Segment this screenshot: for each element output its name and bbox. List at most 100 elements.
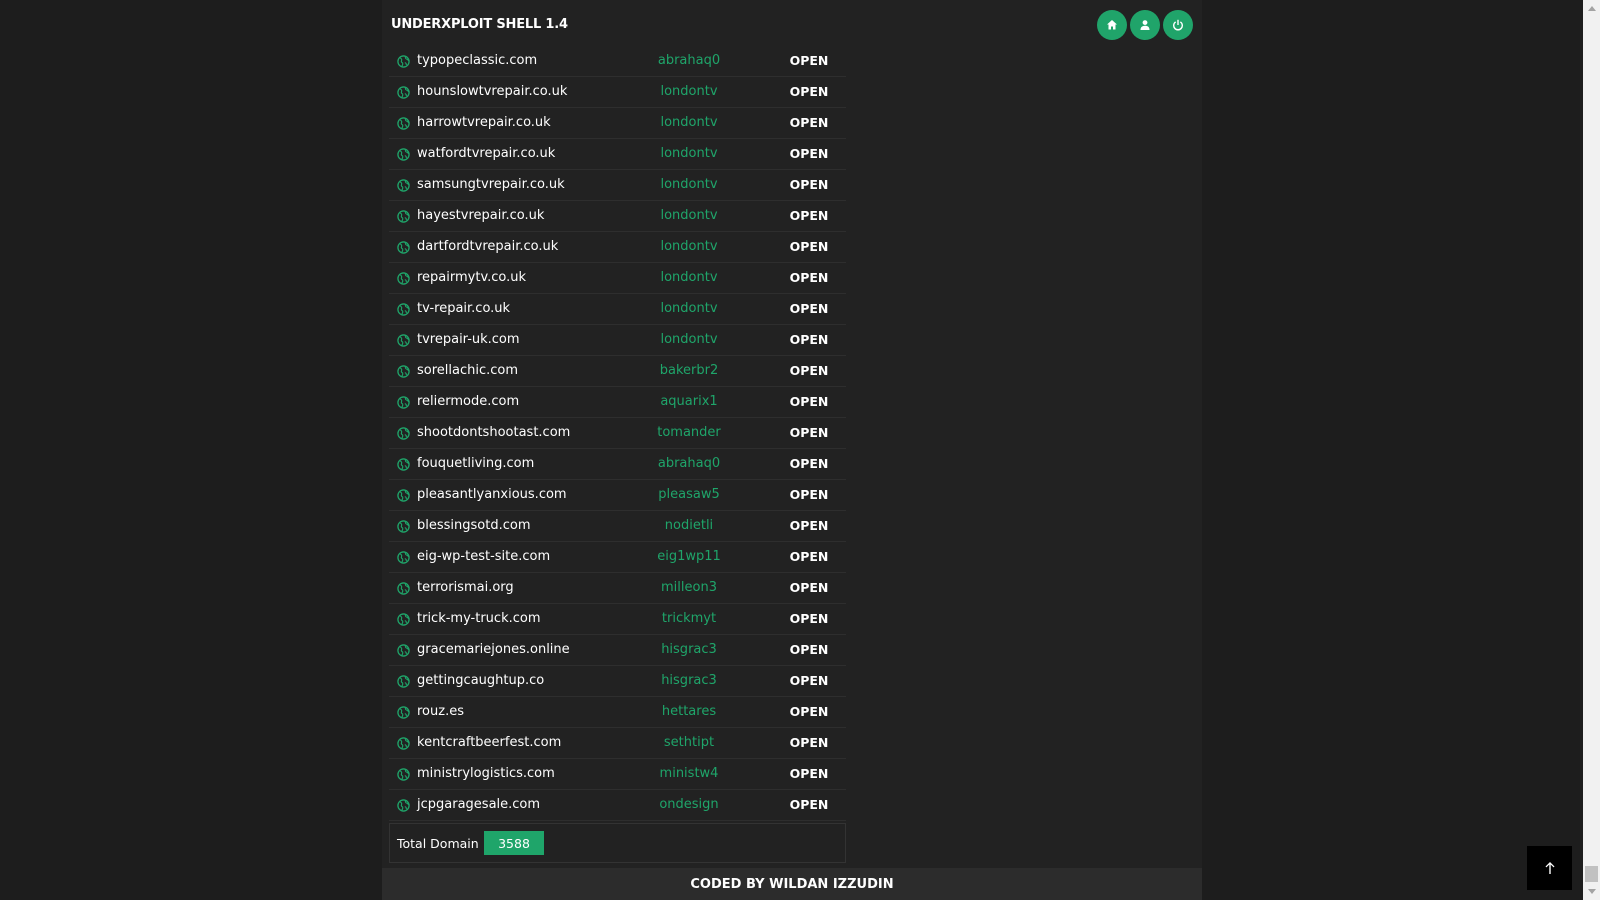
- domain-row: watfordtvrepair.co.uk londontv OPEN: [389, 139, 846, 170]
- domain-row: hounslowtvrepair.co.uk londontv OPEN: [389, 77, 846, 108]
- domain-name-link[interactable]: pleasantlyanxious.com: [417, 487, 567, 502]
- scrollbar-thumb[interactable]: [1585, 866, 1598, 882]
- domain-user: ondesign: [659, 797, 719, 812]
- domain-user: londontv: [660, 84, 718, 99]
- domain-name-link[interactable]: tvrepair-uk.com: [417, 332, 520, 347]
- footer: CODED BY WILDAN IZZUDIN: [382, 868, 1202, 900]
- domain-name-link[interactable]: shootdontshootast.com: [417, 425, 570, 440]
- domain-user: hettares: [661, 704, 717, 719]
- globe-icon: [397, 86, 410, 99]
- domain-open-link[interactable]: OPEN: [784, 332, 834, 347]
- domain-row: typopeclassic.com abrahaq0 OPEN: [389, 46, 846, 77]
- globe-icon: [397, 148, 410, 161]
- domain-user: londontv: [660, 208, 718, 223]
- home-button[interactable]: [1097, 10, 1127, 40]
- globe-icon: [397, 644, 410, 657]
- domain-user: hisgrac3: [661, 642, 717, 657]
- globe-icon: [397, 55, 410, 68]
- domain-name-link[interactable]: rouz.es: [417, 704, 464, 719]
- globe-icon: [397, 303, 410, 316]
- domain-open-link[interactable]: OPEN: [784, 549, 834, 564]
- domain-name-link[interactable]: hounslowtvrepair.co.uk: [417, 84, 567, 99]
- scroll-up-arrow-icon[interactable]: [1583, 0, 1600, 17]
- domain-open-link[interactable]: OPEN: [784, 239, 834, 254]
- domain-row: blessingsotd.com nodietli OPEN: [389, 511, 846, 542]
- domain-row: fouquetliving.com abrahaq0 OPEN: [389, 449, 846, 480]
- domain-user: tomander: [657, 425, 721, 440]
- domain-open-link[interactable]: OPEN: [784, 580, 834, 595]
- domain-open-link[interactable]: OPEN: [784, 425, 834, 440]
- globe-icon: [397, 210, 410, 223]
- domain-open-link[interactable]: OPEN: [784, 363, 834, 378]
- domain-user: abrahaq0: [657, 456, 721, 471]
- domain-name-link[interactable]: harrowtvrepair.co.uk: [417, 115, 551, 130]
- domain-row: terrorismai.org milleon3 OPEN: [389, 573, 846, 604]
- domain-open-link[interactable]: OPEN: [784, 208, 834, 223]
- domain-name-link[interactable]: ministrylogistics.com: [417, 766, 555, 781]
- globe-icon: [397, 241, 410, 254]
- domain-list: typopeclassic.com abrahaq0 OPEN hounslowtvr…: [389, 46, 846, 821]
- scroll-to-top-button[interactable]: [1527, 846, 1572, 890]
- domain-open-link[interactable]: OPEN: [784, 704, 834, 719]
- domain-open-link[interactable]: OPEN: [784, 797, 834, 812]
- domain-name-link[interactable]: blessingsotd.com: [417, 518, 530, 533]
- domain-open-link[interactable]: OPEN: [784, 84, 834, 99]
- domain-open-link[interactable]: OPEN: [784, 394, 834, 409]
- domain-name-link[interactable]: reliermode.com: [417, 394, 519, 409]
- domain-row: jcpgaragesale.com ondesign OPEN: [389, 790, 846, 821]
- domain-name-link[interactable]: repairmytv.co.uk: [417, 270, 526, 285]
- domain-open-link[interactable]: OPEN: [784, 642, 834, 657]
- globe-icon: [397, 458, 410, 471]
- domain-open-link[interactable]: OPEN: [784, 177, 834, 192]
- domain-row: eig-wp-test-site.com eig1wp11 OPEN: [389, 542, 846, 573]
- domain-open-link[interactable]: OPEN: [784, 270, 834, 285]
- user-button[interactable]: [1130, 10, 1160, 40]
- domain-user: trickmyt: [661, 611, 717, 626]
- domain-open-link[interactable]: OPEN: [784, 301, 834, 316]
- domain-name-link[interactable]: sorellachic.com: [417, 363, 518, 378]
- domain-open-link[interactable]: OPEN: [784, 766, 834, 781]
- page-scrollbar[interactable]: [1583, 0, 1600, 900]
- domain-user: londontv: [660, 177, 718, 192]
- domain-open-link[interactable]: OPEN: [784, 673, 834, 688]
- domain-user: londontv: [660, 115, 718, 130]
- scroll-down-arrow-icon[interactable]: [1583, 883, 1600, 900]
- domain-name-link[interactable]: terrorismai.org: [417, 580, 514, 595]
- power-icon: [1173, 19, 1183, 31]
- domain-name-link[interactable]: trick-my-truck.com: [417, 611, 541, 626]
- domain-name-link[interactable]: eig-wp-test-site.com: [417, 549, 550, 564]
- domain-name-link[interactable]: hayestvrepair.co.uk: [417, 208, 544, 223]
- domain-name-link[interactable]: gettingcaughtup.co: [417, 673, 544, 688]
- domain-open-link[interactable]: OPEN: [784, 735, 834, 750]
- domain-name-link[interactable]: tv-repair.co.uk: [417, 301, 510, 316]
- globe-icon: [397, 551, 410, 564]
- domain-open-link[interactable]: OPEN: [784, 456, 834, 471]
- domain-open-link[interactable]: OPEN: [784, 487, 834, 502]
- domain-name-link[interactable]: samsungtvrepair.co.uk: [417, 177, 565, 192]
- domain-name-link[interactable]: watfordtvrepair.co.uk: [417, 146, 555, 161]
- domain-user: londontv: [660, 270, 718, 285]
- domain-open-link[interactable]: OPEN: [784, 115, 834, 130]
- globe-icon: [397, 272, 410, 285]
- domain-open-link[interactable]: OPEN: [784, 146, 834, 161]
- domain-open-link[interactable]: OPEN: [784, 611, 834, 626]
- domain-name-link[interactable]: kentcraftbeerfest.com: [417, 735, 561, 750]
- domain-row: ministrylogistics.com ministw4 OPEN: [389, 759, 846, 790]
- domain-name-link[interactable]: typopeclassic.com: [417, 53, 537, 68]
- power-button[interactable]: [1163, 10, 1193, 40]
- domain-name-link[interactable]: jcpgaragesale.com: [417, 797, 540, 812]
- globe-icon: [397, 179, 410, 192]
- domain-name-link[interactable]: fouquetliving.com: [417, 456, 534, 471]
- domain-user: sethtipt: [663, 735, 715, 750]
- domain-user: londontv: [660, 146, 718, 161]
- domain-name-link[interactable]: dartfordtvrepair.co.uk: [417, 239, 558, 254]
- domain-name-link[interactable]: gracemariejones.online: [417, 642, 570, 657]
- globe-icon: [397, 737, 410, 750]
- domain-user: pleasaw5: [658, 487, 720, 502]
- globe-icon: [397, 396, 410, 409]
- domain-open-link[interactable]: OPEN: [784, 53, 834, 68]
- domain-row: rouz.es hettares OPEN: [389, 697, 846, 728]
- globe-icon: [397, 520, 410, 533]
- domain-row: reliermode.com aquarix1 OPEN: [389, 387, 846, 418]
- domain-open-link[interactable]: OPEN: [784, 518, 834, 533]
